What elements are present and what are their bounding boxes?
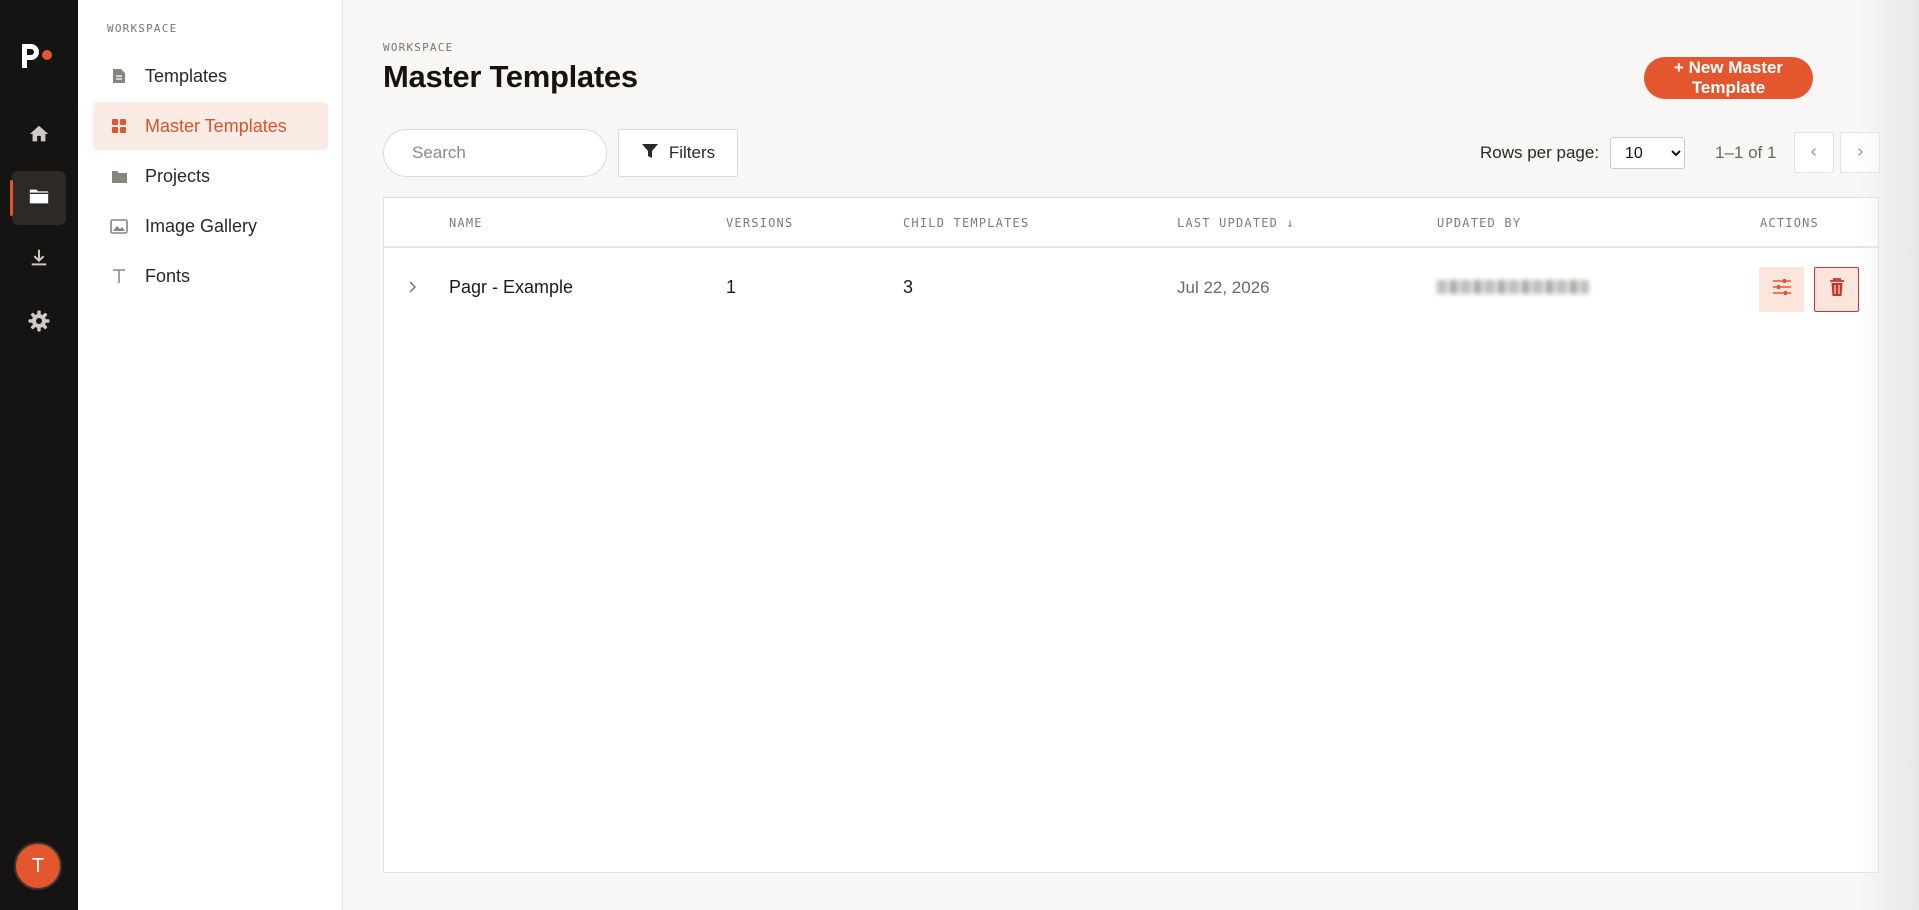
column-header-updated-by[interactable]: UPDATED BY: [1437, 216, 1521, 230]
rail-settings-button[interactable]: [12, 296, 66, 350]
sidebar-item-master-templates[interactable]: Master Templates: [93, 102, 328, 150]
sidebar-item-label: Fonts: [145, 265, 191, 286]
search-input[interactable]: [383, 129, 607, 177]
main-content: WORKSPACE Master Templates + New Master …: [343, 0, 1919, 910]
sidebar-section-label: WORKSPACE: [107, 22, 178, 35]
new-master-template-button[interactable]: + New Master Template: [1644, 57, 1813, 99]
rows-per-page-label: Rows per page:: [1480, 143, 1600, 162]
gear-icon: [27, 309, 51, 338]
versions-count: 1: [726, 277, 737, 297]
sidebar-item-label: Templates: [145, 65, 228, 86]
filter-icon: [641, 142, 659, 165]
sidebar-item-label: Master Templates: [145, 115, 287, 136]
sidebar-item-fonts[interactable]: Fonts: [93, 252, 328, 300]
user-avatar[interactable]: T: [14, 842, 62, 890]
sidebar-item-projects[interactable]: Projects: [93, 152, 328, 200]
page-title: Master Templates: [383, 59, 638, 94]
column-header-child-templates[interactable]: CHILD TEMPLATES: [903, 216, 1029, 230]
grid-icon: [110, 117, 128, 135]
master-templates-table: NAME VERSIONS CHILD TEMPLATES LAST UPDAT…: [383, 197, 1879, 873]
chevron-right-icon: [1855, 144, 1865, 162]
trash-icon: [1829, 277, 1845, 302]
column-header-actions: ACTIONS: [1760, 216, 1819, 230]
text-icon: [110, 267, 128, 285]
sliders-icon: [1772, 278, 1792, 301]
document-icon: [110, 67, 128, 85]
previous-page-button[interactable]: [1794, 132, 1834, 173]
breadcrumb: WORKSPACE: [383, 41, 454, 54]
sidebar-item-templates[interactable]: Templates: [93, 52, 328, 100]
edit-template-button[interactable]: [1759, 267, 1804, 312]
chevron-right-icon[interactable]: [406, 280, 418, 299]
sidebar-item-image-gallery[interactable]: Image Gallery: [93, 202, 328, 250]
updated-by-redacted: [1437, 280, 1589, 294]
folder-icon: [110, 167, 128, 185]
rail-files-button[interactable]: [10, 171, 66, 225]
image-icon: [110, 217, 128, 235]
child-templates-count: 3: [903, 277, 914, 297]
chevron-left-icon: [1809, 144, 1819, 162]
filters-button[interactable]: Filters: [618, 129, 738, 177]
sidebar-item-label: Projects: [145, 165, 211, 186]
download-icon: [28, 247, 50, 274]
filters-label: Filters: [668, 143, 716, 162]
pagination-range: 1–1 of 1: [1715, 143, 1777, 162]
folder-icon: [28, 185, 50, 212]
column-header-versions[interactable]: VERSIONS: [726, 216, 793, 230]
rail-download-button[interactable]: [12, 233, 66, 287]
home-icon: [28, 123, 50, 150]
rail-home-button[interactable]: [12, 109, 66, 163]
sidebar-item-label: Image Gallery: [145, 215, 258, 236]
template-name[interactable]: Pagr - Example: [449, 277, 573, 298]
column-header-last-updated[interactable]: LAST UPDATED ↓: [1177, 216, 1295, 230]
logo-icon[interactable]: [18, 36, 58, 72]
icon-rail: T: [0, 0, 78, 910]
next-page-button[interactable]: [1840, 132, 1880, 173]
workspace-sidebar: WORKSPACE Templates Master Templates Pro…: [78, 0, 343, 910]
delete-template-button[interactable]: [1814, 267, 1859, 312]
column-header-name[interactable]: NAME: [449, 216, 483, 230]
rows-per-page-select[interactable]: 10: [1610, 137, 1685, 169]
table-header: NAME VERSIONS CHILD TEMPLATES LAST UPDAT…: [384, 198, 1878, 248]
table-row[interactable]: Pagr - Example 1 3 Jul 22, 2026: [384, 249, 1878, 329]
last-updated-date: Jul 22, 2026: [1177, 278, 1270, 297]
